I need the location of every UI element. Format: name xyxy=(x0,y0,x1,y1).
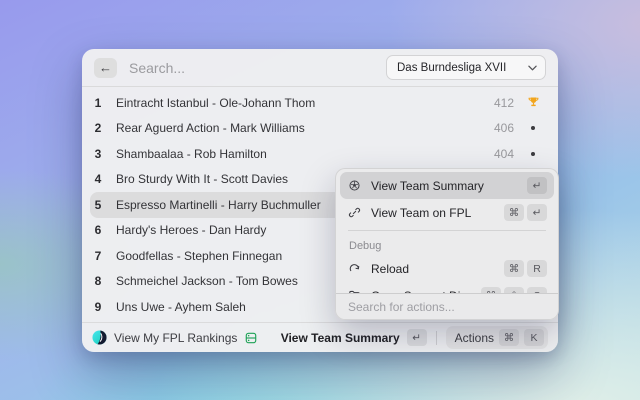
rank: 1 xyxy=(90,96,106,110)
team-name: Rear Aguerd Action - Mark Williams xyxy=(116,121,494,135)
menu-item-view-team-summary[interactable]: View Team Summary ↵ xyxy=(340,172,554,199)
menu-item-label: View Team Summary xyxy=(371,179,518,193)
menu-section-debug: Debug xyxy=(340,235,554,255)
actions-button[interactable]: Actions ⌘ K xyxy=(446,326,548,349)
return-key-badge: ↵ xyxy=(527,204,547,221)
cmd-key-badge: ⌘ xyxy=(499,329,519,346)
rank: 5 xyxy=(90,198,106,212)
command-title: View My FPL Rankings xyxy=(114,331,237,345)
list-item[interactable]: 1 Eintracht Istanbul - Ole-Johann Thom 4… xyxy=(90,90,550,116)
menu-item-view-team-on-fpl[interactable]: View Team on FPL ⌘ ↵ xyxy=(340,199,554,226)
status-bar: View My FPL Rankings View Team Summary ↵… xyxy=(82,322,558,352)
divider xyxy=(436,331,437,345)
search-input[interactable]: Search... xyxy=(129,60,374,76)
return-key-badge: ↵ xyxy=(527,177,547,194)
score: 406 xyxy=(494,121,514,135)
rank-dot-icon xyxy=(526,126,540,130)
rank: 3 xyxy=(90,147,106,161)
trophy-icon xyxy=(526,96,540,109)
soccer-ball-icon xyxy=(347,179,362,192)
menu-item-reload[interactable]: Reload ⌘ R xyxy=(340,255,554,282)
arrow-left-icon: ← xyxy=(99,60,112,75)
cmd-key-badge: ⌘ xyxy=(504,204,524,221)
league-dropdown-value: Das Burndesliga XVII xyxy=(397,62,522,74)
actions-label: Actions xyxy=(455,331,494,345)
menu-search-placeholder: Search for actions... xyxy=(348,300,455,314)
chevron-down-icon xyxy=(528,65,537,71)
menu-search[interactable]: Search for actions... xyxy=(336,293,558,319)
reload-icon xyxy=(347,262,362,275)
rank: 7 xyxy=(90,249,106,263)
actions-menu: View Team Summary ↵ View Team on FPL ⌘ ↵… xyxy=(335,168,559,320)
rank: 8 xyxy=(90,274,106,288)
menu-separator xyxy=(348,230,546,231)
rank: 6 xyxy=(90,223,106,237)
return-key-badge: ↵ xyxy=(407,329,427,346)
team-name: Eintracht Istanbul - Ole-Johann Thom xyxy=(116,96,494,110)
rankings-icon xyxy=(244,331,258,345)
r-key-badge: R xyxy=(527,260,547,277)
rank: 9 xyxy=(90,300,106,314)
league-dropdown[interactable]: Das Burndesliga XVII xyxy=(386,55,546,80)
header: ← Search... Das Burndesliga XVII xyxy=(82,49,558,87)
cmd-key-badge: ⌘ xyxy=(504,260,524,277)
rank: 4 xyxy=(90,172,106,186)
list-item[interactable]: 2 Rear Aguerd Action - Mark Williams 406 xyxy=(90,116,550,142)
list-item[interactable]: 3 Shambaalaa - Rob Hamilton 404 xyxy=(90,141,550,167)
rank: 2 xyxy=(90,121,106,135)
back-button[interactable]: ← xyxy=(94,58,117,78)
primary-action-label[interactable]: View Team Summary xyxy=(281,331,400,345)
score: 404 xyxy=(494,147,514,161)
score: 412 xyxy=(494,96,514,110)
fpl-logo xyxy=(92,330,107,345)
desktop-background: ← Search... Das Burndesliga XVII 1 Eintr… xyxy=(0,0,640,400)
team-name: Shambaalaa - Rob Hamilton xyxy=(116,147,494,161)
k-key-badge: K xyxy=(524,329,544,346)
link-icon xyxy=(347,206,362,219)
menu-item-label: View Team on FPL xyxy=(371,206,495,220)
rank-dot-icon xyxy=(526,152,540,156)
menu-item-label: Reload xyxy=(371,262,495,276)
